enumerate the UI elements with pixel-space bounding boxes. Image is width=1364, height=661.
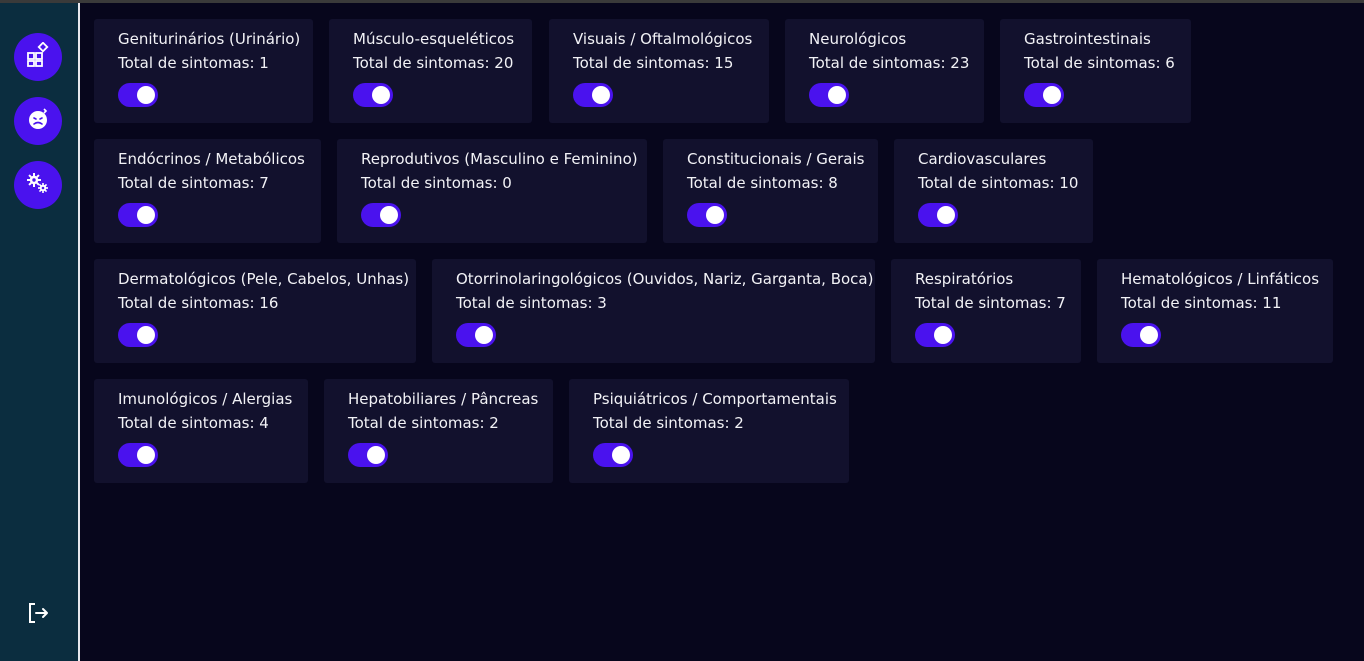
card-title: Hepatobiliares / Pâncreas: [348, 390, 539, 408]
card-total: Total de sintomas: 8: [687, 174, 838, 192]
category-toggle[interactable]: [118, 323, 158, 347]
card-title: Imunológicos / Alergias: [118, 390, 293, 408]
category-card-dermatological: Dermatológicos (Pele, Cabelos, Unhas) To…: [94, 259, 416, 363]
card-title: Cardiovasculares: [918, 150, 1047, 168]
card-total: Total de sintomas: 4: [118, 414, 269, 432]
card-title: Hematológicos / Linfáticos: [1121, 270, 1320, 288]
toggle-knob: [367, 446, 385, 464]
card-total: Total de sintomas: 11: [1121, 294, 1282, 312]
card-title: Geniturinários (Urinário): [118, 30, 301, 48]
card-title: Respiratórios: [915, 270, 1014, 288]
category-card-immunological: Imunológicos / Alergias Total de sintoma…: [94, 379, 308, 483]
category-toggle[interactable]: [456, 323, 496, 347]
card-title: Psiquiátricos / Comportamentais: [593, 390, 837, 408]
toggle-knob: [380, 206, 398, 224]
card-title: Gastrointestinais: [1024, 30, 1151, 48]
category-toggle[interactable]: [687, 203, 727, 227]
category-toggle[interactable]: [915, 323, 955, 347]
toggle-knob: [475, 326, 493, 344]
toggle-knob: [937, 206, 955, 224]
category-card-constitutional: Constitucionais / Gerais Total de sintom…: [663, 139, 878, 243]
card-total: Total de sintomas: 0: [361, 174, 512, 192]
category-toggle[interactable]: [118, 203, 158, 227]
card-total: Total de sintomas: 20: [353, 54, 514, 72]
category-toggle[interactable]: [573, 83, 613, 107]
category-card-respiratory: Respiratórios Total de sintomas: 7: [891, 259, 1081, 363]
category-card-genitourinary: Geniturinários (Urinário) Total de sinto…: [94, 19, 313, 123]
category-toggle[interactable]: [353, 83, 393, 107]
card-title: Visuais / Oftalmológicos: [573, 30, 753, 48]
card-total: Total de sintomas: 2: [593, 414, 744, 432]
toggle-knob: [706, 206, 724, 224]
card-total: Total de sintomas: 3: [456, 294, 607, 312]
category-toggle[interactable]: [809, 83, 849, 107]
category-card-reproductive: Reprodutivos (Masculino e Feminino) Tota…: [337, 139, 647, 243]
dashboard-icon: [25, 41, 51, 72]
gears-icon: [24, 169, 52, 201]
category-toggle[interactable]: [918, 203, 958, 227]
sidebar-item-dashboard[interactable]: [14, 33, 62, 81]
card-total: Total de sintomas: 7: [915, 294, 1066, 312]
card-total: Total de sintomas: 16: [118, 294, 279, 312]
toggle-knob: [828, 86, 846, 104]
toggle-knob: [137, 86, 155, 104]
toggle-knob: [1043, 86, 1061, 104]
card-total: Total de sintomas: 23: [809, 54, 970, 72]
category-toggle[interactable]: [1121, 323, 1161, 347]
card-total: Total de sintomas: 2: [348, 414, 499, 432]
category-card-gastrointestinal: Gastrointestinais Total de sintomas: 6: [1000, 19, 1191, 123]
category-card-hematological: Hematológicos / Linfáticos Total de sint…: [1097, 259, 1333, 363]
toggle-knob: [612, 446, 630, 464]
card-total: Total de sintomas: 10: [918, 174, 1079, 192]
card-title: Endócrinos / Metabólicos: [118, 150, 305, 168]
logout-button[interactable]: [24, 601, 52, 629]
toggle-knob: [137, 206, 155, 224]
toggle-knob: [137, 326, 155, 344]
category-card-psychiatric: Psiquiátricos / Comportamentais Total de…: [569, 379, 849, 483]
category-toggle[interactable]: [593, 443, 633, 467]
sidebar-item-symptoms[interactable]: [14, 97, 62, 145]
toggle-knob: [934, 326, 952, 344]
toggle-knob: [1140, 326, 1158, 344]
category-card-musculoskeletal: Músculo-esqueléticos Total de sintomas: …: [329, 19, 532, 123]
sidebar: [0, 3, 78, 661]
card-total: Total de sintomas: 6: [1024, 54, 1175, 72]
category-toggle[interactable]: [361, 203, 401, 227]
toggle-knob: [592, 86, 610, 104]
category-card-ent: Otorrinolaringológicos (Ouvidos, Nariz, …: [432, 259, 875, 363]
card-title: Dermatológicos (Pele, Cabelos, Unhas): [118, 270, 410, 288]
card-title: Reprodutivos (Masculino e Feminino): [361, 150, 638, 168]
category-toggle[interactable]: [1024, 83, 1064, 107]
category-card-cardiovascular: Cardiovasculares Total de sintomas: 10: [894, 139, 1093, 243]
category-card-visual: Visuais / Oftalmológicos Total de sintom…: [549, 19, 769, 123]
card-title: Otorrinolaringológicos (Ouvidos, Nariz, …: [456, 270, 874, 288]
category-toggle[interactable]: [118, 443, 158, 467]
sidebar-item-settings[interactable]: [14, 161, 62, 209]
sick-face-icon: [25, 106, 51, 136]
card-title: Neurológicos: [809, 30, 907, 48]
category-card-neurological: Neurológicos Total de sintomas: 23: [785, 19, 984, 123]
category-card-hepatobiliary: Hepatobiliares / Pâncreas Total de sinto…: [324, 379, 553, 483]
toggle-knob: [372, 86, 390, 104]
card-total: Total de sintomas: 15: [573, 54, 734, 72]
card-total: Total de sintomas: 7: [118, 174, 269, 192]
category-toggle[interactable]: [348, 443, 388, 467]
card-title: Constitucionais / Gerais: [687, 150, 865, 168]
symptom-categories-grid: Geniturinários (Urinário) Total de sinto…: [80, 3, 1364, 661]
category-card-endocrine: Endócrinos / Metabólicos Total de sintom…: [94, 139, 321, 243]
logout-icon: [25, 600, 51, 630]
category-toggle[interactable]: [118, 83, 158, 107]
card-title: Músculo-esqueléticos: [353, 30, 515, 48]
toggle-knob: [137, 446, 155, 464]
card-total: Total de sintomas: 1: [118, 54, 269, 72]
